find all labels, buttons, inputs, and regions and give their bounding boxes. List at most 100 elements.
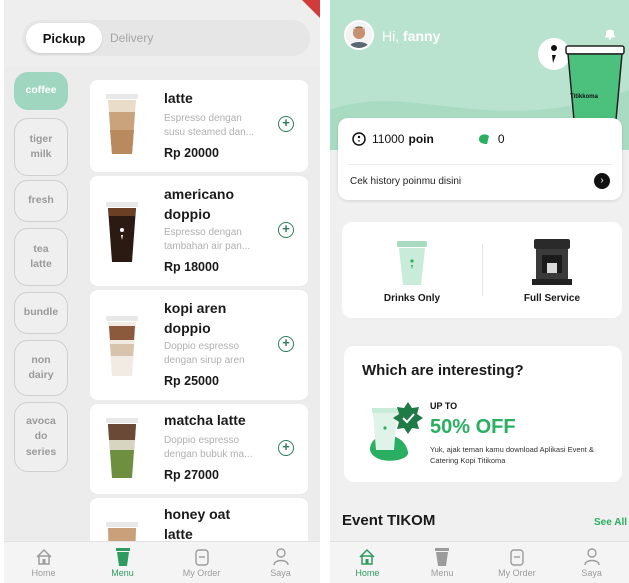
product-description: Espresso dengan susu steamed dan... [164,113,255,138]
promo-badge-image [370,402,423,461]
nav-my-order[interactable]: My Order [480,542,555,583]
home-icon [358,548,376,566]
category-label: coffee [25,84,57,97]
cup-icon [115,547,130,566]
service-selector: Drinks Only Full Service [342,222,622,318]
avatar[interactable] [344,20,374,50]
promo-title: Which are interesting? [362,362,524,379]
coin-icon [352,132,366,146]
coffee-machine-icon [532,237,572,285]
nav-label: Home [355,567,380,578]
user-icon [272,547,289,566]
product-card-kopi-aren[interactable]: kopi aren doppio Doppio espresso dengan … [90,290,308,400]
product-description: Doppio espresso dengan bubuk ma... [164,435,253,460]
category-label: non dairy [28,353,54,381]
nav-menu[interactable]: Menu [83,542,162,583]
category-tea-latte[interactable]: tea latte [14,228,68,286]
add-to-cart-button[interactable]: + [278,336,294,352]
product-card-americano[interactable]: americano doppio Espresso dengan tambaha… [90,176,308,286]
nav-menu[interactable]: Menu [405,542,480,583]
plus-circle-icon: + [282,335,290,350]
plus-circle-icon: + [282,439,290,454]
tab-pickup[interactable]: Pickup [26,23,102,53]
category-label: fresh [28,194,54,207]
home-icon [35,548,53,566]
add-to-cart-button[interactable]: + [278,222,294,238]
add-to-cart-button[interactable]: + [278,440,294,456]
product-name: kopi aren doppio [164,300,227,336]
points-summary: 11000 poin 0 [352,132,505,146]
cup-brand-label: Titikkoma [570,94,598,100]
category-fresh[interactable]: fresh [14,180,68,222]
category-label: tiger milk [29,132,53,160]
promo-card[interactable]: Which are interesting? UP TO 50% OFF Yuk… [344,346,622,482]
tab-delivery[interactable]: Delivery [110,23,153,53]
order-icon [510,548,524,566]
see-all-link[interactable]: See All [594,517,627,528]
product-description: Doppio espresso dengan sirup aren [164,341,245,366]
points-value: 11000 [372,132,405,146]
home-screen: Titikkoma Hi, fanny 11000 poin 0 Cek his… [330,0,629,583]
stamps-value: 0 [497,132,505,146]
points-card: 11000 poin 0 Cek history poinmu disini › [338,118,622,200]
user-icon [583,547,600,566]
product-price: Rp 25000 [164,374,219,388]
nav-label: Home [31,567,56,578]
event-section-title: Event TIKOM [342,512,436,529]
full-service-button[interactable]: Full Service [482,222,622,318]
cup-icon [435,547,450,566]
nav-label: Menu [430,567,454,578]
nav-label: My Order [182,567,221,578]
service-label: Drinks Only [383,292,441,304]
stamp-icon [478,134,489,144]
americano-cup-image [106,202,138,262]
category-label: avoca do series [25,415,57,458]
promo-discount: 50% OFF [430,416,516,438]
category-bundle[interactable]: bundle [14,292,68,334]
add-to-cart-button[interactable]: + [278,116,294,132]
nav-label: Menu [111,567,134,578]
chevron-right-icon[interactable]: › [594,173,610,189]
points-history-link[interactable]: Cek history poinmu disini [350,176,461,187]
nav-my-order[interactable]: My Order [162,542,241,583]
product-card-latte[interactable]: latte Espresso dengan susu steamed dan..… [90,80,308,172]
nav-saya[interactable]: Saya [554,542,629,583]
product-name: matcha latte [164,412,246,428]
nav-label: My Order [498,567,536,578]
service-label: Full Service [523,292,581,304]
bottom-nav: Home Menu My Order Saya [4,541,320,583]
bell-icon[interactable] [603,26,617,45]
promo-upto: UP TO [430,401,458,411]
product-name: honey oat latte [164,506,231,542]
menu-body: coffee tiger milk fresh tea latte bundle… [4,66,320,562]
product-price: Rp 27000 [164,468,219,482]
product-price: Rp 18000 [164,260,219,274]
category-tiger-milk[interactable]: tiger milk [14,118,68,176]
drinks-cup-icon [397,237,427,285]
category-label: tea latte [30,242,52,270]
category-coffee[interactable]: coffee [14,72,68,110]
product-name: latte [164,90,193,106]
plus-circle-icon: + [282,221,290,236]
nav-label: Saya [270,567,291,578]
nav-home[interactable]: Home [4,542,83,583]
latte-cup-image [106,94,138,154]
kopi-aren-cup-image [106,316,138,376]
greeting-prefix: Hi, [382,28,400,44]
promo-description: Yuk, ajak teman kamu download Aplikasi E… [430,445,594,465]
nav-saya[interactable]: Saya [241,542,320,583]
menu-screen: Pickup Delivery coffee tiger milk fresh … [4,0,320,583]
titikkoma-cup-image [538,38,625,120]
category-avocado-series[interactable]: avoca do series [14,402,68,472]
order-type-toggle: Pickup Delivery [22,20,310,56]
order-icon [194,548,209,566]
nav-home[interactable]: Home [330,542,405,583]
product-price: Rp 20000 [164,146,219,160]
category-non-dairy[interactable]: non dairy [14,340,68,396]
matcha-cup-image [106,418,138,478]
divider [348,164,612,165]
drinks-only-button[interactable]: Drinks Only [342,222,482,318]
product-card-matcha-latte[interactable]: matcha latte Doppio espresso dengan bubu… [90,404,308,494]
corner-decoration [302,0,320,18]
product-description: Espresso dengan tambahan air pan... [164,227,251,252]
